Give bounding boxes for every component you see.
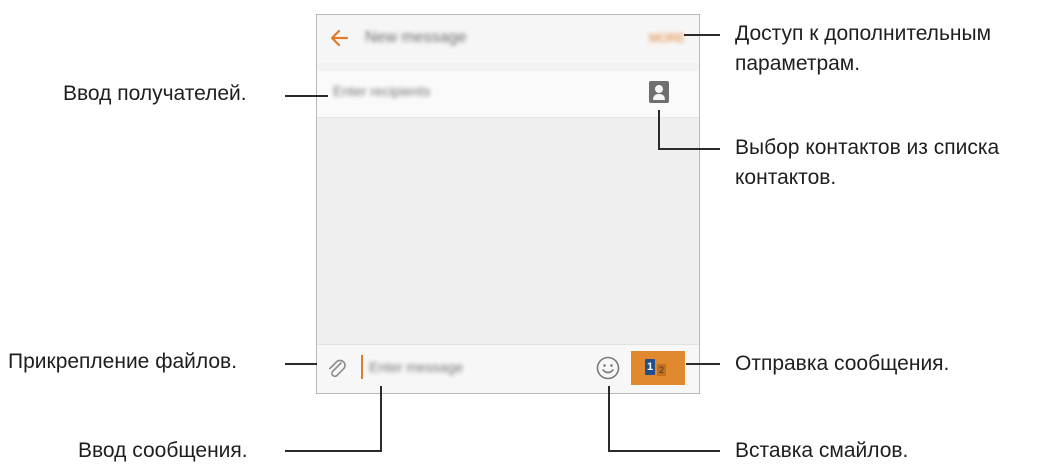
callout-line-message-h (285, 450, 382, 452)
callout-line-message-v (380, 386, 382, 452)
callout-line-emoji-h (608, 450, 720, 452)
message-input[interactable] (369, 359, 549, 375)
smiley-icon[interactable] (595, 355, 621, 381)
phone-screen: New message MORE 1 2 (316, 14, 700, 394)
screen-title: New message (365, 29, 467, 46)
callout-line-more (684, 34, 720, 36)
contacts-icon[interactable] (649, 81, 669, 103)
label-send: Отправка сообщения. (735, 352, 950, 375)
recipient-field-row (317, 71, 699, 118)
message-area (317, 118, 699, 346)
label-attach: Прикрепление файлов. (8, 350, 238, 373)
more-button[interactable]: MORE (649, 31, 685, 45)
compose-bar: 1 2 (317, 344, 699, 393)
paperclip-icon[interactable] (325, 357, 349, 381)
label-contacts-2: контактов. (735, 166, 837, 189)
label-message-input: Ввод сообщения. (78, 439, 248, 462)
callout-line-recipients (285, 95, 328, 97)
callout-line-contacts-h (658, 148, 720, 150)
send-button[interactable]: 1 2 (631, 351, 685, 385)
callout-line-emoji-v (608, 386, 610, 452)
sim1-icon: 1 (645, 359, 655, 375)
callout-line-contacts-v (658, 110, 660, 150)
label-more-options-1: Доступ к дополнительным (735, 22, 992, 45)
sim2-icon: 2 (657, 364, 666, 376)
label-emoji: Вставка смайлов. (735, 439, 909, 462)
label-recipients: Ввод получателей. (63, 82, 247, 105)
text-cursor (361, 355, 363, 379)
app-bar: New message MORE (317, 15, 699, 63)
label-more-options-2: параметрам. (735, 52, 861, 75)
callout-line-attach (285, 363, 317, 365)
label-contacts-1: Выбор контактов из списка (735, 136, 1000, 159)
callout-line-send (686, 363, 720, 365)
back-arrow-icon[interactable] (327, 25, 353, 51)
recipient-input[interactable] (333, 83, 553, 99)
